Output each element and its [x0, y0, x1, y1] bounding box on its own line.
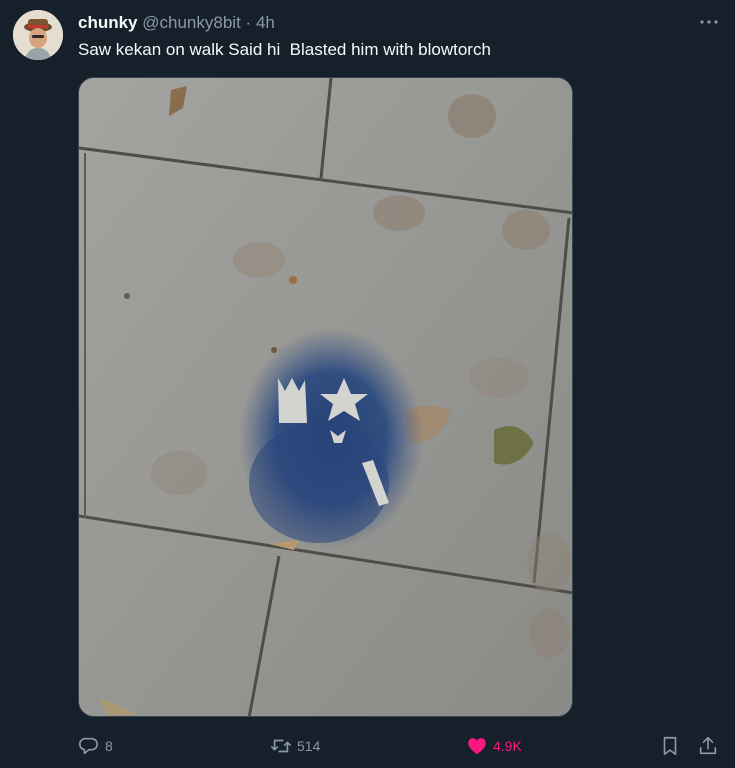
- author-handle[interactable]: @chunky8bit: [142, 13, 241, 32]
- like-count: 4.9K: [493, 738, 522, 754]
- avatar[interactable]: [13, 10, 63, 60]
- tweet-text: Saw kekan on walk Said hi Blasted him wi…: [78, 40, 491, 59]
- reply-count: 8: [105, 738, 113, 754]
- reply-icon: [78, 737, 98, 755]
- sidewalk-stencil-photo: [79, 78, 572, 716]
- tweet-actions: 8 514 4.9K: [0, 732, 735, 760]
- heart-icon: [468, 738, 486, 755]
- tweet-photo[interactable]: [78, 77, 573, 717]
- more-icon[interactable]: [697, 10, 721, 34]
- tweet-header: chunky @chunky8bit · 4h: [78, 13, 275, 33]
- like-button[interactable]: 4.9K: [466, 732, 522, 760]
- bookmark-button[interactable]: [659, 732, 681, 760]
- timestamp[interactable]: 4h: [256, 13, 275, 32]
- repost-icon: [271, 739, 291, 753]
- avatar-image: [13, 10, 63, 60]
- separator-dot: ·: [245, 13, 252, 32]
- author-name[interactable]: chunky: [78, 13, 138, 32]
- share-icon: [699, 736, 717, 755]
- bookmark-icon: [663, 736, 677, 756]
- repost-button[interactable]: 514: [270, 732, 320, 760]
- reply-button[interactable]: 8: [78, 732, 113, 760]
- share-button[interactable]: [697, 732, 719, 760]
- repost-count: 514: [297, 738, 321, 754]
